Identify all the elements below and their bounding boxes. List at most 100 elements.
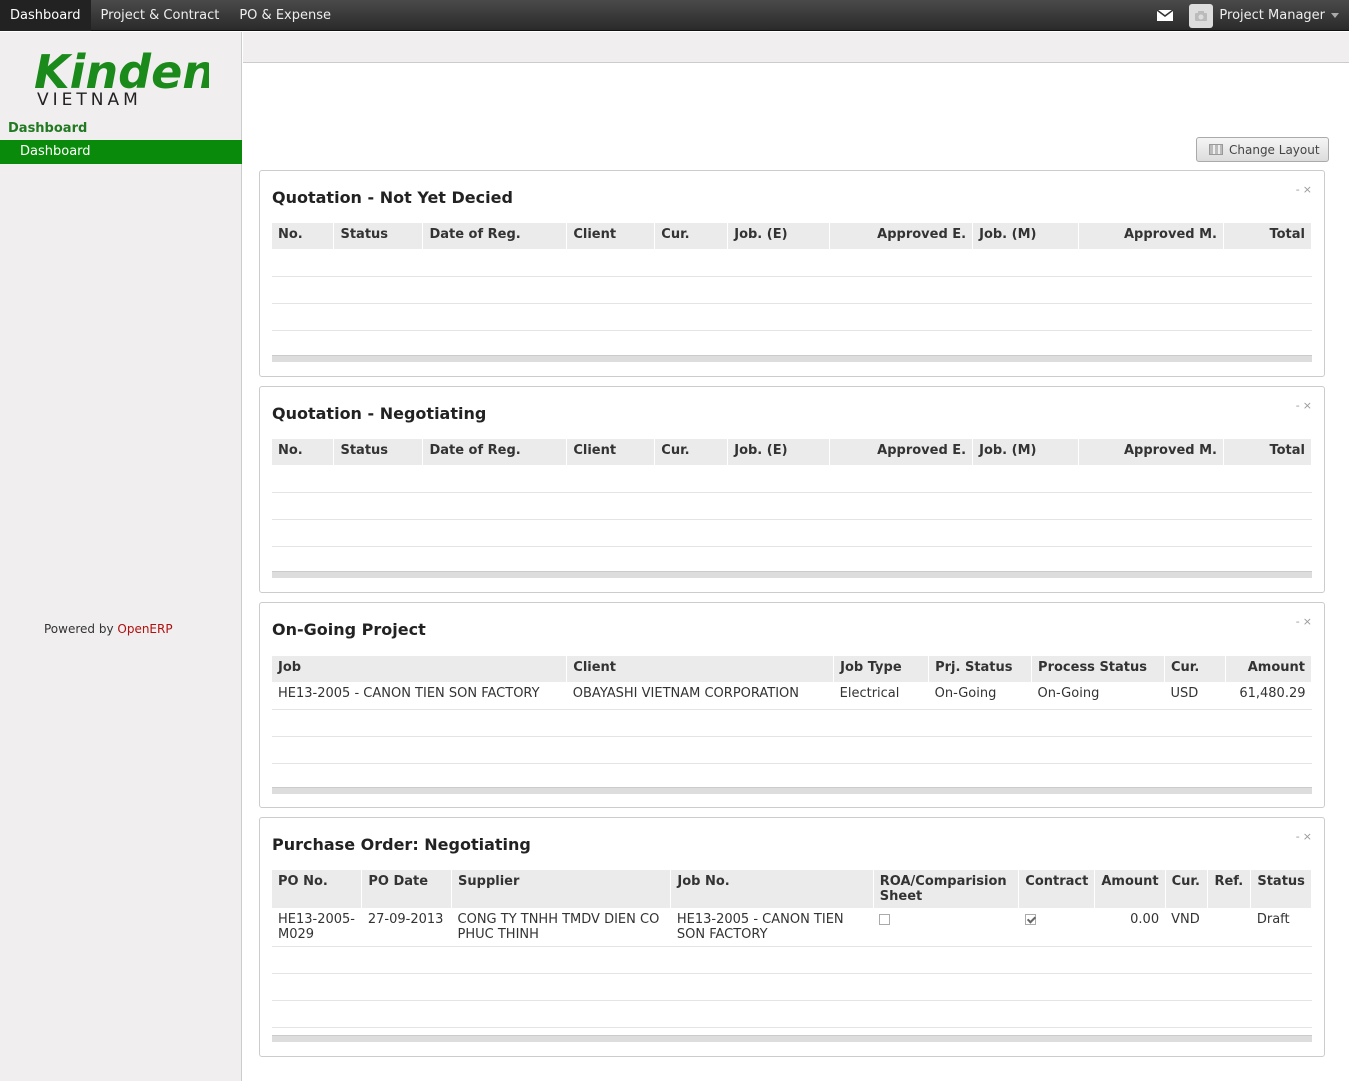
table-row bbox=[272, 330, 1312, 358]
panel-controls: - × bbox=[1293, 615, 1312, 628]
panel-title: Purchase Order: Negotiating bbox=[272, 835, 531, 854]
col-header[interactable]: Total bbox=[1223, 439, 1313, 465]
table-row bbox=[272, 946, 1312, 974]
ongoing-project-table: Job Client Job Type Prj. Status Process … bbox=[272, 656, 1313, 764]
col-header[interactable]: Cur. bbox=[654, 439, 729, 465]
col-header[interactable]: Client bbox=[566, 656, 835, 682]
table-row bbox=[272, 465, 1312, 493]
table-footer bbox=[272, 355, 1312, 362]
col-header[interactable]: Date of Reg. bbox=[422, 439, 568, 465]
panel-purchase-order-negotiating: Purchase Order: Negotiating - × PO No. PO… bbox=[259, 817, 1325, 1057]
nav-project-contract[interactable]: Project & Contract bbox=[91, 0, 230, 31]
table-row[interactable]: HE13-2005 - CANON TIEN SON FACTORY OBAYA… bbox=[272, 682, 1312, 710]
cell-cur: USD bbox=[1164, 682, 1226, 710]
col-header[interactable]: Supplier bbox=[451, 870, 672, 908]
table-header: No. Status Date of Reg. Client Cur. Job.… bbox=[272, 223, 1313, 249]
openerp-link[interactable]: OpenERP bbox=[117, 622, 172, 636]
user-area: Project Manager bbox=[1157, 0, 1349, 31]
cell-prj-status: On-Going bbox=[928, 682, 1032, 710]
col-header[interactable]: Cur. bbox=[654, 223, 729, 249]
col-header[interactable]: Date of Reg. bbox=[422, 223, 568, 249]
col-header[interactable]: No. bbox=[272, 223, 335, 249]
col-header[interactable]: Approved M. bbox=[1078, 439, 1224, 465]
sidebar-section-title: Dashboard bbox=[8, 121, 88, 136]
panel-quotation-negotiating: Quotation - Negotiating - × No. Status Da… bbox=[259, 386, 1325, 593]
roa-checkbox-icon[interactable] bbox=[879, 914, 891, 925]
close-icon[interactable]: × bbox=[1303, 615, 1312, 628]
cell-status: Draft bbox=[1250, 908, 1312, 947]
cell-job[interactable]: HE13-2005 - CANON TIEN SON FACTORY bbox=[272, 682, 567, 710]
table-row bbox=[272, 1000, 1312, 1028]
col-header[interactable]: No. bbox=[272, 439, 335, 465]
col-header[interactable]: Cur. bbox=[1164, 656, 1226, 682]
quotation-table: No. Status Date of Reg. Client Cur. Job.… bbox=[272, 223, 1313, 358]
contract-checkbox-icon[interactable] bbox=[1024, 914, 1036, 925]
purchase-order-table: PO No. PO Date Supplier Job No. ROA/Comp… bbox=[272, 870, 1312, 1028]
col-header[interactable]: Approved E. bbox=[829, 223, 974, 249]
col-header[interactable]: Cur. bbox=[1165, 870, 1209, 908]
col-header[interactable]: Ref. bbox=[1207, 870, 1252, 908]
panel-title: On-Going Project bbox=[272, 620, 426, 639]
panel-controls: - × bbox=[1293, 183, 1312, 196]
col-header[interactable]: PO Date bbox=[361, 870, 453, 908]
cell-job-no: HE13-2005 - CANON TIEN SON FACTORY bbox=[670, 908, 874, 947]
minimize-icon[interactable]: - bbox=[1296, 615, 1300, 628]
col-header[interactable]: Job. (E) bbox=[727, 223, 831, 249]
cell-roa bbox=[873, 908, 1019, 947]
quotation-table: No. Status Date of Reg. Client Cur. Job.… bbox=[272, 439, 1313, 574]
user-menu[interactable]: Project Manager bbox=[1219, 8, 1325, 23]
table-row bbox=[272, 519, 1312, 547]
cell-job-type: Electrical bbox=[833, 682, 929, 710]
mail-icon[interactable] bbox=[1157, 10, 1174, 21]
panel-title: Quotation - Not Yet Decied bbox=[272, 188, 513, 207]
close-icon[interactable]: × bbox=[1303, 183, 1312, 196]
table-row bbox=[272, 973, 1312, 1001]
col-header[interactable]: Approved M. bbox=[1078, 223, 1224, 249]
col-header[interactable]: Job No. bbox=[670, 870, 874, 908]
nav-dashboard[interactable]: Dashboard bbox=[0, 0, 91, 31]
col-header[interactable]: Job bbox=[272, 656, 568, 682]
col-header[interactable]: Status bbox=[333, 439, 424, 465]
table-header: No. Status Date of Reg. Client Cur. Job.… bbox=[272, 439, 1313, 465]
change-layout-button[interactable]: Change Layout bbox=[1196, 137, 1329, 162]
cell-amount: 61,480.29 bbox=[1225, 682, 1312, 710]
col-header[interactable]: Contract bbox=[1018, 870, 1096, 908]
table-row bbox=[272, 249, 1312, 277]
col-header[interactable]: Amount bbox=[1225, 656, 1313, 682]
col-header[interactable]: Client bbox=[566, 439, 656, 465]
col-header[interactable]: Job. (M) bbox=[972, 439, 1080, 465]
company-logo: Kinden VIETNAM bbox=[34, 45, 215, 110]
avatar-icon[interactable] bbox=[1189, 3, 1214, 28]
col-header[interactable]: PO No. bbox=[272, 870, 363, 908]
col-header[interactable]: Prj. Status bbox=[928, 656, 1033, 682]
nav-po-expense[interactable]: PO & Expense bbox=[229, 0, 341, 31]
col-header[interactable]: Amount bbox=[1094, 870, 1166, 908]
close-icon[interactable]: × bbox=[1303, 830, 1312, 843]
powered-by: Powered by OpenERP bbox=[44, 622, 173, 636]
col-header[interactable]: Job Type bbox=[833, 656, 930, 682]
panel-ongoing-project: On-Going Project - × Job Client Job Type … bbox=[259, 602, 1325, 808]
view-toolbar bbox=[243, 32, 1349, 63]
col-header[interactable]: Status bbox=[1250, 870, 1312, 908]
minimize-icon[interactable]: - bbox=[1296, 399, 1300, 412]
minimize-icon[interactable]: - bbox=[1296, 830, 1300, 843]
table-row bbox=[272, 736, 1312, 764]
col-header[interactable]: Total bbox=[1223, 223, 1313, 249]
table-header: Job Client Job Type Prj. Status Process … bbox=[272, 656, 1313, 682]
caret-down-icon[interactable] bbox=[1331, 13, 1339, 18]
table-row[interactable]: HE13-2005-M029 27-09-2013 CONG TY TNHH T… bbox=[272, 908, 1312, 947]
close-icon[interactable]: × bbox=[1303, 399, 1312, 412]
col-header[interactable]: Process Status bbox=[1031, 656, 1165, 682]
col-header[interactable]: Status bbox=[333, 223, 424, 249]
minimize-icon[interactable]: - bbox=[1296, 183, 1300, 196]
cell-ref bbox=[1207, 908, 1251, 947]
col-header[interactable]: ROA/Comparision Sheet bbox=[873, 870, 1020, 908]
col-header[interactable]: Job. (E) bbox=[727, 439, 831, 465]
cell-po-no[interactable]: HE13-2005-M029 bbox=[272, 908, 362, 947]
col-header[interactable]: Client bbox=[566, 223, 656, 249]
sidebar-item-dashboard[interactable]: Dashboard bbox=[0, 140, 242, 164]
col-header[interactable]: Job. (M) bbox=[972, 223, 1080, 249]
cell-po-date: 27-09-2013 bbox=[361, 908, 452, 947]
col-header[interactable]: Approved E. bbox=[829, 439, 974, 465]
table-row bbox=[272, 709, 1312, 737]
